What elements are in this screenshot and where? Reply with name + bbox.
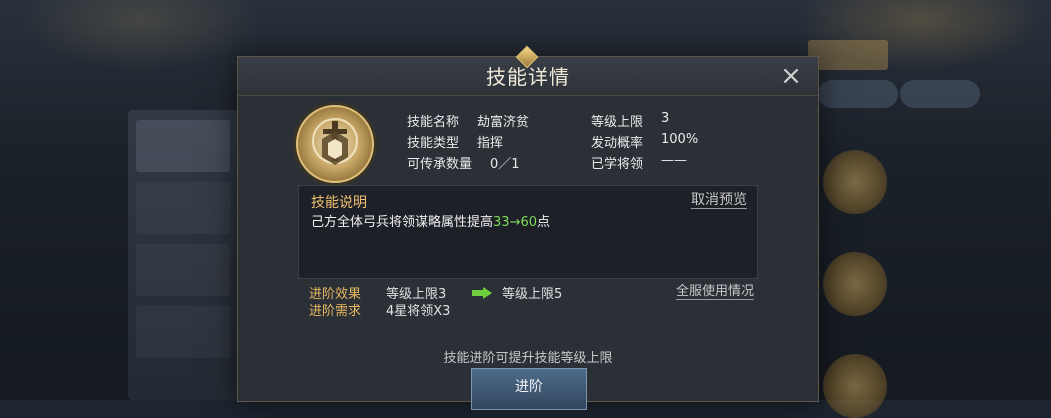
- level-cap-label: 等级上限: [591, 115, 644, 130]
- skill-type-label: 技能类型: [407, 136, 460, 151]
- skill-name-value: 劫富济贫: [477, 115, 530, 130]
- dialog-title-bar: 技能详情: [238, 45, 818, 96]
- inherit-count-label: 可传承数量: [407, 157, 473, 172]
- advance-hint: 技能进阶可提升技能等级上限: [443, 351, 613, 366]
- skill-detail-dialog: 技能详情 × 技能名称 劫富济贫 技能类型 指挥 可传承数量 0／1 等级上限 …: [237, 45, 819, 410]
- to-value: 60: [520, 215, 538, 230]
- from-value: 33: [493, 215, 510, 230]
- level-cap-value: 3: [661, 111, 670, 126]
- trigger-rate-value: 100%: [661, 132, 699, 147]
- advance-requirement-value: 4星将领X3: [386, 304, 451, 319]
- advance-effect-to: 等级上限5: [502, 287, 563, 302]
- trigger-rate-label: 发动概率: [591, 136, 644, 151]
- description-text: 己方全体弓兵将领谋略属性提高33→60点: [311, 215, 551, 230]
- skill-name-label: 技能名称: [407, 115, 460, 130]
- background-pill: [818, 80, 898, 108]
- skill-emblem: [296, 105, 374, 183]
- learned-generals-label: 已学将领: [591, 157, 644, 172]
- dialog-title: 技能详情: [486, 65, 570, 89]
- inherit-count-value: 0／1: [490, 157, 520, 172]
- skill-emblem-icon: [312, 118, 358, 165]
- server-usage-link[interactable]: 全服使用情况: [675, 284, 754, 300]
- arrow-glyph: →: [509, 215, 521, 230]
- close-icon: ×: [780, 61, 802, 91]
- description-title: 技能说明: [311, 195, 367, 211]
- advance-button[interactable]: 进阶: [471, 368, 587, 410]
- skill-type-value: 指挥: [477, 136, 504, 151]
- background-column: [815, 150, 895, 418]
- close-button[interactable]: ×: [778, 63, 804, 89]
- advance-requirement-label: 进阶需求: [309, 304, 362, 319]
- cancel-preview-link[interactable]: 取消预览: [691, 192, 747, 209]
- background-list: [128, 110, 238, 400]
- background-pill: [900, 80, 980, 108]
- learned-generals-value: ——: [661, 153, 687, 168]
- skill-description-box: 技能说明 取消预览 己方全体弓兵将领谋略属性提高33→60点: [298, 185, 758, 279]
- arrow-right-icon: [472, 287, 492, 299]
- background-badge: [808, 40, 888, 70]
